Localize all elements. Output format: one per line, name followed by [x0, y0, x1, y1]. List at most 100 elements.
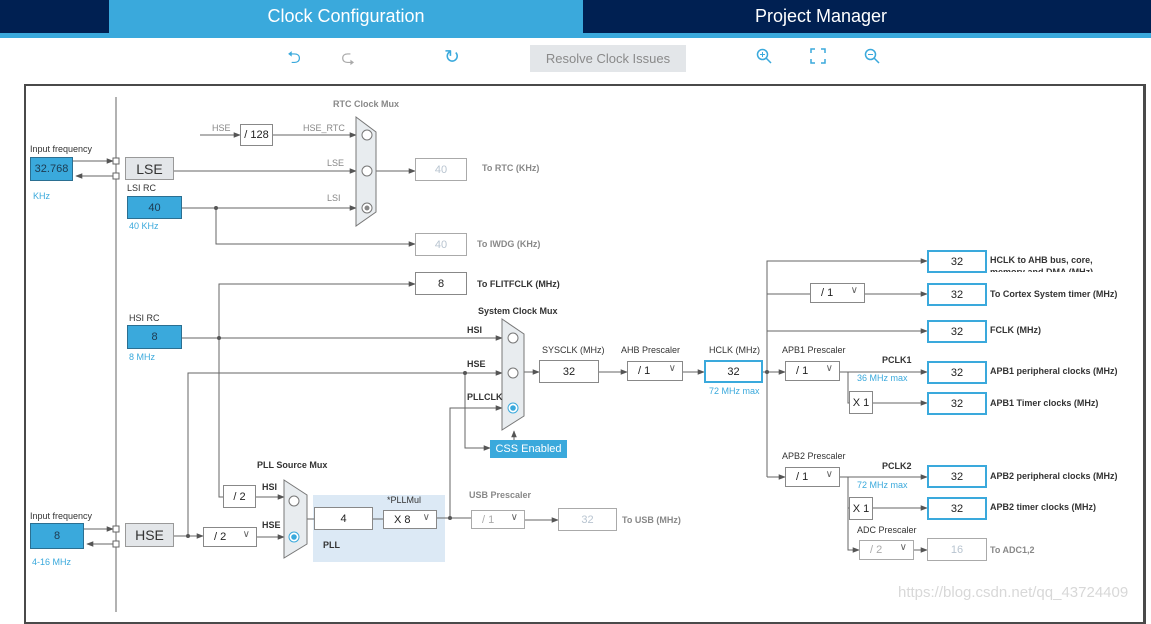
pclk2-label: PCLK2 — [882, 461, 912, 471]
usb-prescaler-value: / 1 — [482, 513, 495, 526]
pllmul-label: *PLLMul — [387, 495, 422, 505]
apb2-prescaler-label: APB2 Prescaler — [782, 451, 846, 461]
rtc-mux-title: RTC Clock Mux — [333, 99, 400, 109]
hse-input-label: Input frequency — [30, 511, 93, 521]
cortex-timer-divider-select[interactable]: / 1 ∨ — [810, 283, 865, 303]
chevron-down-icon: ∨ — [668, 363, 676, 374]
lse-frequency-input[interactable]: 32.768 — [30, 157, 73, 181]
sys-mux-title: System Clock Mux — [478, 306, 558, 316]
apb1-prescaler-value: / 1 — [796, 365, 809, 377]
apb1-prescaler-label: APB1 Prescaler — [782, 345, 846, 355]
chevron-down-icon: ∨ — [825, 469, 833, 480]
sysclk-value[interactable]: 32 — [539, 360, 599, 383]
watermark: https://blog.csdn.net/qq_43724409 — [898, 584, 1129, 601]
usb-prescaler-label: USB Prescaler — [469, 490, 532, 500]
css-enabled-button[interactable]: CSS Enabled — [490, 440, 567, 458]
to-flitfclk-value[interactable]: 8 — [415, 272, 467, 295]
to-rtc-label: To RTC (KHz) — [482, 163, 540, 173]
sys-mux-radio-hse — [507, 367, 519, 379]
pll-source-mux — [283, 479, 308, 559]
hse-frequency-input[interactable]: 8 — [30, 523, 84, 549]
pclk1-label: PCLK1 — [882, 355, 912, 365]
rtc-mux-radio-lse — [361, 165, 373, 177]
output-adc-label: To ADC1,2 — [990, 545, 1035, 555]
lsi-unit: 40 KHz — [129, 221, 159, 231]
to-flitfclk-label: To FLITFCLK (MHz) — [477, 279, 560, 289]
output-apb1-peripheral[interactable]: 32 — [927, 361, 987, 384]
rtc-hse-label: HSE — [212, 123, 231, 133]
output-apb1-peripheral-label: APB1 peripheral clocks (MHz) — [990, 366, 1118, 376]
pclk1-max: 36 MHz max — [857, 373, 908, 383]
hclk-value[interactable]: 32 — [704, 360, 763, 383]
output-apb2-peripheral[interactable]: 32 — [927, 465, 987, 488]
output-adc[interactable]: 16 — [927, 538, 987, 561]
output-apb2-timer-label: APB2 timer clocks (MHz) — [990, 502, 1097, 512]
usb-prescaler-select[interactable]: / 1 ∨ — [471, 510, 525, 529]
chevron-down-icon: ∨ — [899, 542, 907, 553]
chevron-down-icon: ∨ — [422, 512, 430, 523]
output-hclk-ahb-label: HCLK to AHB bus, core, memory and DMA (M… — [990, 255, 1094, 272]
adc-prescaler-label: ADC Prescaler — [857, 525, 917, 535]
adc-prescaler-value: / 2 — [870, 544, 883, 556]
to-iwdg-value[interactable]: 40 — [415, 233, 467, 256]
output-apb1-timer-label: APB1 Timer clocks (MHz) — [990, 398, 1099, 408]
pll-mux-hse: HSE — [262, 520, 281, 530]
pll-mux-radio-hsi — [288, 495, 300, 507]
rtc-lse-label: LSE — [327, 158, 345, 168]
hclk-max: 72 MHz max — [709, 386, 760, 396]
output-fclk-label: FCLK (MHz) — [990, 325, 1041, 335]
rtc-mux-radio-hse — [361, 129, 373, 141]
cortex-divider-value: / 1 — [821, 287, 834, 299]
pllmul-value: X 8 — [394, 513, 411, 526]
pll-mux-hsi: HSI — [262, 482, 278, 492]
apb2-prescaler-value: / 1 — [796, 471, 809, 483]
to-iwdg-label: To IWDG (KHz) — [477, 239, 541, 249]
hse-prediv-select[interactable]: / 2 ∨ — [203, 527, 257, 547]
chevron-down-icon: ∨ — [510, 512, 518, 523]
output-apb2-peripheral-label: APB2 peripheral clocks (MHz) — [990, 471, 1118, 481]
sys-mux-hse: HSE — [467, 359, 486, 369]
hse-rtc-label: HSE_RTC — [303, 123, 345, 133]
output-hclk-ahb[interactable]: 32 — [927, 250, 987, 273]
ahb-prescaler-label: AHB Prescaler — [621, 345, 681, 355]
lse-block[interactable]: LSE — [125, 157, 174, 180]
ahb-prescaler-select[interactable]: / 1 ∨ — [627, 361, 683, 381]
pll-label: PLL — [323, 540, 340, 550]
lsi-value: 40 — [127, 196, 182, 219]
hsi-value: 8 — [127, 325, 182, 349]
lsi-label: LSI RC — [127, 183, 157, 193]
hsi-label: HSI RC — [129, 313, 160, 323]
apb1-prescaler-select[interactable]: / 1 ∨ — [785, 361, 840, 381]
hclk-label: HCLK (MHz) — [709, 345, 760, 355]
output-cortex-timer-label: To Cortex System timer (MHz) — [990, 289, 1118, 299]
to-rtc-value[interactable]: 40 — [415, 158, 467, 181]
output-apb2-timer[interactable]: 32 — [927, 497, 987, 520]
hse-block[interactable]: HSE — [125, 523, 174, 547]
to-usb-value[interactable]: 32 — [558, 508, 617, 531]
sysclk-label: SYSCLK (MHz) — [542, 345, 605, 355]
apb2-prescaler-select[interactable]: / 1 ∨ — [785, 467, 840, 487]
to-usb-label: To USB (MHz) — [622, 515, 681, 525]
output-cortex-timer[interactable]: 32 — [927, 283, 987, 306]
hsi-unit: 8 MHz — [129, 352, 156, 362]
sys-mux-radio-hsi — [507, 332, 519, 344]
pclk2-max: 72 MHz max — [857, 480, 908, 490]
chevron-down-icon: ∨ — [242, 529, 250, 540]
apb1-timer-multiplier: X 1 — [849, 391, 873, 414]
rtc-lsi-label: LSI — [327, 193, 341, 203]
pll-input-value: 4 — [314, 507, 373, 530]
chevron-down-icon: ∨ — [850, 285, 858, 296]
apb2-timer-multiplier: X 1 — [849, 497, 873, 520]
hse-unit: 4-16 MHz — [32, 557, 72, 567]
hse-div128: / 128 — [240, 124, 273, 146]
adc-prescaler-select[interactable]: / 2 ∨ — [859, 540, 914, 560]
lse-unit: KHz — [33, 191, 51, 201]
hse-prediv-value: / 2 — [214, 531, 227, 543]
pllmul-select[interactable]: X 8 ∨ — [383, 510, 437, 529]
output-apb1-timer[interactable]: 32 — [927, 392, 987, 415]
pll-mux-title: PLL Source Mux — [257, 460, 328, 470]
sys-mux-pllclk: PLLCLK — [467, 392, 503, 402]
ahb-prescaler-value: / 1 — [638, 365, 651, 377]
chevron-down-icon: ∨ — [825, 363, 833, 374]
output-fclk[interactable]: 32 — [927, 320, 987, 343]
